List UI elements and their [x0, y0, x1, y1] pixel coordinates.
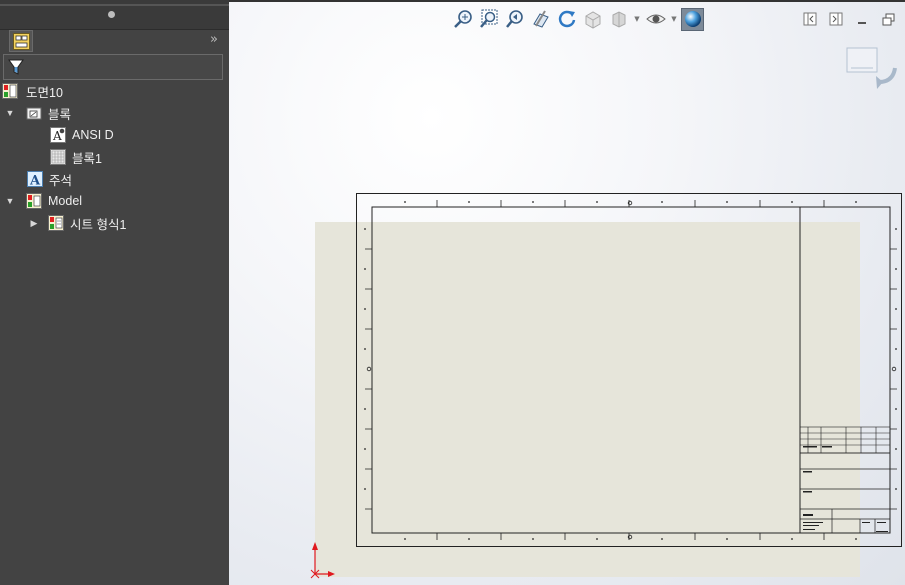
tree-item-block1[interactable]: 블록1: [50, 146, 102, 168]
expand-arrow-icon[interactable]: ▶: [28, 218, 40, 229]
panel-grip-bar[interactable]: [0, 0, 229, 30]
collapse-arrow-icon[interactable]: ▼: [4, 196, 16, 206]
minimize-icon: [858, 22, 866, 24]
zoom-to-area-button[interactable]: [477, 8, 500, 31]
tree-item-blocks[interactable]: ▼ 블록: [4, 102, 71, 124]
sheet-origin-icon: [310, 542, 335, 579]
tree-item-sheet-format[interactable]: ▶ 시트 형식1: [28, 212, 126, 234]
tree-item-label: 주석: [49, 173, 73, 188]
zoom-to-area-icon: [479, 9, 497, 28]
feature-manager-panel: » 도면10 ▼ 블록 A ANSI D 블록1 A 주석 ▼ Model ▶ …: [0, 0, 229, 585]
display-style-icon: [612, 11, 625, 28]
view-orientation-icon: [585, 11, 600, 29]
restore-button[interactable]: [878, 10, 898, 28]
hide-show-items-icon: [645, 14, 666, 24]
panel-grip-dot[interactable]: [108, 11, 115, 18]
previous-view-icon: [505, 10, 523, 28]
hide-show-items-button[interactable]: [644, 8, 667, 31]
tree-item-annotations[interactable]: A 주석: [27, 168, 72, 190]
confirmation-corner[interactable]: [845, 46, 900, 92]
tree-item-model[interactable]: ▼ Model: [4, 190, 82, 212]
hide-show-dropdown-icon[interactable]: ▼: [670, 15, 678, 23]
drawing-document-icon: [2, 83, 18, 99]
section-view-icon: [532, 10, 549, 28]
block-icon: A: [50, 127, 66, 143]
tree-item-label: Model: [48, 194, 83, 208]
filter-icon: [8, 59, 24, 75]
graphics-window-controls: [800, 10, 898, 28]
tree-item-label: 도면10: [26, 85, 63, 100]
rotate-view-icon: [558, 10, 575, 28]
tree-item-label: 시트 형식1: [70, 217, 127, 232]
svg-text:A: A: [29, 174, 41, 188]
sheet-corner-icon: [846, 47, 878, 73]
sheet-format-border: [356, 193, 902, 547]
block-icon: [50, 149, 66, 165]
section-view-button[interactable]: [529, 8, 552, 31]
minimize-button[interactable]: [852, 10, 872, 28]
featuremanager-tab[interactable]: [9, 30, 33, 52]
heads-up-view-toolbar: ▼ ▼: [451, 6, 704, 32]
tree-item-ansi-d[interactable]: A ANSI D: [50, 124, 114, 146]
panel-tab-bar: »: [0, 29, 229, 53]
rotate-view-button[interactable]: [555, 8, 578, 31]
sheet-format-icon: [48, 215, 64, 231]
panel-right-icon: [829, 12, 843, 26]
tree-item-label: ANSI D: [72, 128, 114, 142]
previous-view-button[interactable]: [503, 8, 526, 31]
collapse-arrow-icon[interactable]: ▼: [4, 108, 16, 118]
display-style-dropdown-icon[interactable]: ▼: [633, 15, 641, 23]
restore-icon: [882, 13, 894, 25]
apply-scene-icon: [684, 11, 701, 27]
tree-item-drawing[interactable]: 도면10: [2, 80, 63, 102]
next-sheet-button[interactable]: [826, 10, 846, 28]
exit-sketch-arrow-icon: [876, 67, 897, 89]
tree-item-label: 블록: [48, 107, 72, 122]
zoom-to-fit-button[interactable]: [451, 8, 474, 31]
apply-scene-button[interactable]: [681, 7, 704, 31]
view-orientation-button[interactable]: [581, 8, 604, 31]
zoom-to-fit-icon: [453, 10, 472, 28]
annotations-icon: A: [27, 171, 43, 187]
previous-sheet-button[interactable]: [800, 10, 820, 28]
graphics-top-border: [229, 0, 905, 2]
display-style-button[interactable]: [607, 8, 630, 31]
tree-filter-input[interactable]: [3, 54, 223, 80]
blocks-folder-icon: [26, 107, 42, 120]
model-icon: [26, 193, 42, 209]
expand-panel-icon[interactable]: »: [207, 32, 221, 48]
panel-left-icon: [803, 12, 817, 26]
tree-item-label: 블록1: [72, 151, 102, 166]
featuremanager-tree-icon: [12, 32, 30, 50]
